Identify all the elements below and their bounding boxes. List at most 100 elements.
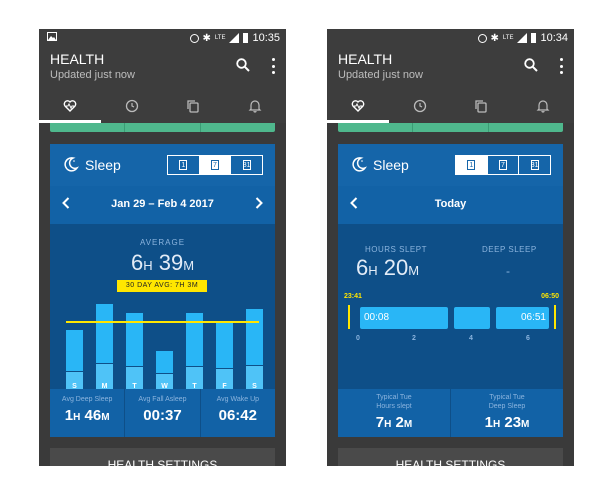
tab-health[interactable] bbox=[39, 89, 101, 123]
tab-clock[interactable] bbox=[389, 89, 451, 123]
segment-start-time: 00:08 bbox=[364, 312, 390, 323]
sleep-bar: F bbox=[216, 320, 233, 392]
clock-icon bbox=[413, 99, 426, 113]
period-month-button[interactable]: 31 bbox=[519, 156, 550, 174]
avg-wake-up-stat: Avg Wake Up 06:42 bbox=[201, 389, 275, 437]
stat-label: Avg Fall Asleep bbox=[138, 396, 187, 403]
copy-icon bbox=[187, 100, 200, 113]
sleep-segment: 00:08 bbox=[360, 307, 448, 329]
date-navigator: Jan 29 – Feb 4 2017 bbox=[50, 186, 275, 224]
stat-label: Typical Tue Hours slept bbox=[376, 394, 412, 410]
steps-card-edge bbox=[338, 123, 563, 132]
sync-icon bbox=[189, 33, 199, 43]
typical-deep-sleep-stat: Typical Tue Deep Sleep 1H 23M bbox=[451, 389, 563, 437]
thirty-day-average-badge: 30 DAY AVG: 7H 3M bbox=[117, 280, 207, 292]
weekly-sleep-chart: SMTWTFS bbox=[50, 304, 275, 392]
bell-icon bbox=[248, 100, 262, 113]
tab-pages[interactable] bbox=[163, 89, 225, 123]
sleep-segment: 06:51 bbox=[496, 307, 549, 329]
sleep-bar: T bbox=[126, 313, 143, 392]
avg-deep-sleep-stat: Avg Deep Sleep 1H 46M bbox=[50, 389, 126, 437]
sleep-bar: W bbox=[156, 350, 173, 392]
hour-tick: 4 bbox=[469, 335, 473, 342]
typical-stats-row: Typical Tue Hours slept 7H 2M Typical Tue… bbox=[338, 389, 563, 437]
stat-label: Typical Tue Deep Sleep bbox=[488, 394, 526, 410]
status-bar: ✱ LTE 10:34 bbox=[327, 29, 574, 47]
chevron-right-icon[interactable] bbox=[255, 197, 263, 209]
sleep-bar-total bbox=[156, 350, 173, 374]
sleep-card-header: Sleep 1 7 31 bbox=[50, 144, 275, 186]
sleep-bar-total bbox=[96, 304, 113, 364]
heart-icon bbox=[351, 100, 365, 112]
sleep-segment bbox=[454, 307, 490, 329]
stat-value: 7H 2M bbox=[375, 414, 413, 431]
deep-sleep-value: - bbox=[506, 264, 510, 278]
health-settings-label: HEALTH SETTINGS bbox=[107, 458, 218, 466]
app-subtitle: Updated just now bbox=[338, 69, 423, 81]
sleep-bar-total bbox=[66, 329, 83, 373]
search-icon[interactable] bbox=[236, 58, 250, 72]
period-week-button[interactable]: 7 bbox=[488, 156, 520, 174]
tab-pages[interactable] bbox=[451, 89, 513, 123]
bell-icon bbox=[536, 100, 550, 113]
tab-bar bbox=[327, 89, 574, 123]
clock-icon bbox=[125, 99, 138, 113]
app-bar: HEALTH Updated just now bbox=[39, 47, 286, 89]
steps-card-edge bbox=[50, 123, 275, 132]
battery-icon bbox=[243, 33, 249, 43]
app-title: HEALTH bbox=[338, 51, 393, 67]
stat-value: 1H 46M bbox=[64, 407, 110, 424]
period-day-button[interactable]: 1 bbox=[456, 156, 488, 174]
app-subtitle: Updated just now bbox=[50, 69, 135, 81]
stat-label: Avg Deep Sleep bbox=[61, 396, 113, 403]
segment-end-time: 06:51 bbox=[520, 312, 546, 323]
sleep-bar-total bbox=[246, 309, 263, 366]
tab-alarms[interactable] bbox=[512, 89, 574, 123]
search-icon[interactable] bbox=[524, 58, 538, 72]
signal-icon bbox=[517, 33, 528, 43]
hours-slept-value: 6H 20M bbox=[356, 255, 420, 280]
stat-value: 06:42 bbox=[218, 407, 257, 424]
app-title: HEALTH bbox=[50, 51, 105, 67]
status-time: 10:34 bbox=[540, 32, 568, 44]
tab-health[interactable] bbox=[327, 89, 389, 123]
period-day-button[interactable]: 1 bbox=[168, 156, 200, 174]
sleep-card: Sleep 1 7 31 Today HOURS SLEPT DEEP SLEE… bbox=[338, 144, 563, 437]
stats-row: Avg Deep Sleep 1H 46M Avg Fall Asleep 00… bbox=[50, 389, 275, 437]
status-time: 10:35 bbox=[252, 32, 280, 44]
period-week-button[interactable]: 7 bbox=[199, 156, 232, 174]
sleep-end-marker bbox=[554, 305, 556, 329]
phone-screen-week: ✱ LTE 10:35 HEALTH Updated just now Slee… bbox=[39, 29, 286, 466]
period-selector: 1 7 31 bbox=[167, 155, 263, 175]
average-value: 6H 39M bbox=[130, 250, 195, 275]
hours-slept-label: HOURS SLEPT bbox=[365, 245, 427, 254]
sleep-bar: S bbox=[66, 329, 83, 392]
more-options-icon[interactable] bbox=[271, 58, 275, 74]
moon-icon bbox=[352, 157, 367, 172]
stat-label: Avg Wake Up bbox=[216, 396, 260, 403]
more-options-icon[interactable] bbox=[559, 58, 563, 74]
sleep-bar-total bbox=[216, 320, 233, 370]
average-line bbox=[66, 321, 259, 324]
bluetooth-icon: ✱ bbox=[202, 32, 211, 44]
sleep-card-title: Sleep bbox=[85, 157, 121, 173]
health-settings-label: HEALTH SETTINGS bbox=[395, 458, 506, 466]
hour-tick: 2 bbox=[412, 335, 416, 342]
deep-sleep-label: DEEP SLEEP bbox=[482, 245, 537, 254]
phone-screen-day: ✱ LTE 10:34 HEALTH Updated just now Slee… bbox=[327, 29, 574, 466]
period-selector: 1 7 31 bbox=[455, 155, 551, 175]
sleep-bar: T bbox=[186, 313, 203, 392]
sleep-card-title: Sleep bbox=[373, 157, 409, 173]
bluetooth-icon: ✱ bbox=[490, 32, 499, 44]
tab-clock[interactable] bbox=[101, 89, 163, 123]
tab-bar bbox=[39, 89, 286, 123]
typical-hours-slept-stat: Typical Tue Hours slept 7H 2M bbox=[338, 389, 451, 437]
period-month-button[interactable]: 31 bbox=[231, 156, 262, 174]
date-range-label: Jan 29 – Feb 4 2017 bbox=[111, 198, 214, 210]
health-settings-button[interactable]: HEALTH SETTINGS bbox=[50, 448, 275, 466]
sync-icon bbox=[477, 33, 487, 43]
tab-alarms[interactable] bbox=[224, 89, 286, 123]
health-settings-button[interactable]: HEALTH SETTINGS bbox=[338, 448, 563, 466]
sleep-start-marker bbox=[348, 305, 350, 329]
sleep-bar: M bbox=[96, 304, 113, 392]
